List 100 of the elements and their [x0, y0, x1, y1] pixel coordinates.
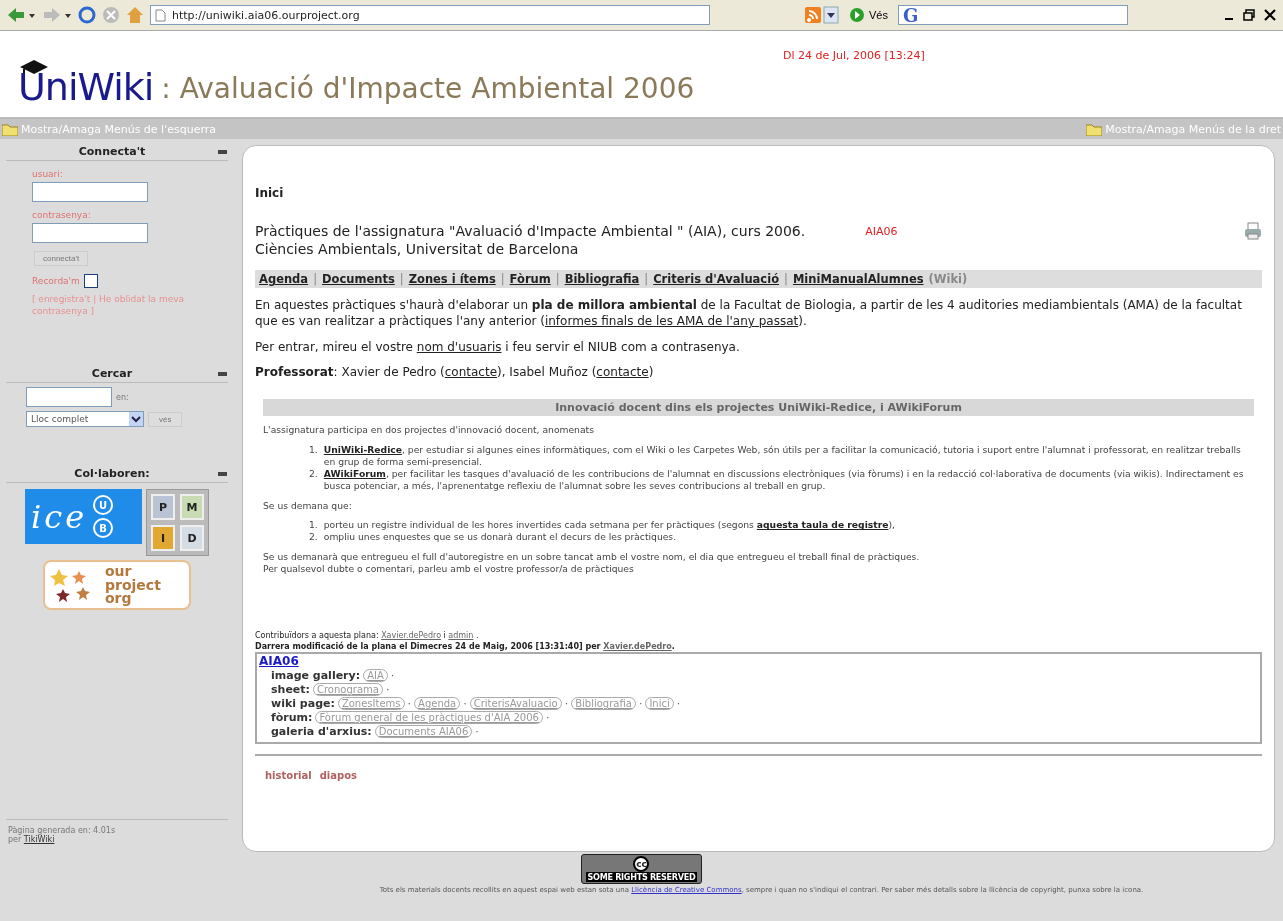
list-number: 1. — [309, 443, 318, 457]
date-time: Dl 24 de Jul, 2006 [13:24] — [783, 49, 925, 62]
paragraph: Se us demanarà que entregueu el full d'autoregistre en un sobre tancat amb el vostre nom, el dia que entregueu el treball final de pràctiques. — [263, 551, 921, 564]
engine-link[interactable]: TikiWiki — [23, 835, 55, 844]
dropdown-caret-icon — [129, 412, 143, 427]
text-link[interactable]: admin — [448, 631, 474, 641]
page-icon — [155, 8, 166, 22]
paragraph: En aquestes pràctiques s'haurà d'elaborar un pla de millora ambiental de la Facultat de Biologia, a partir de les 4 auditories mediambientals (AMA) de la facultat que es van realitzar a pràctiques l'any anterior (informes finals de les AMA de l'any passat). — [255, 298, 1243, 330]
text-link[interactable]: contacte — [596, 365, 649, 380]
paragraph: L'assignatura participa en dos projectes d'innovació docent, anomenats — [263, 423, 595, 436]
text-link[interactable]: aquesta taula de registre — [756, 519, 889, 531]
field-label: en: — [116, 392, 129, 402]
remember-label: Recorda'm — [32, 276, 80, 286]
list-item: UniWiki-Redice, per estudiar si algunes eines informàtiques, com el Wiki o les Carpetes Web, són útils per a facilitar la comunicació, tutoria i suport entre l'alumnat i professorat, en realitzar treballs en grup de forma semi-presencial. — [323, 443, 1242, 468]
list-item: porteu un registre individual de les hores invertides cada setmana per fer pràctiques (segons aquesta taula de registre), — [323, 519, 895, 532]
login-button[interactable]: connecta't — [34, 251, 89, 266]
partner-logo[interactable]: P M I D — [146, 489, 209, 557]
nav-separator: | — [313, 272, 317, 287]
forward-arrow-icon[interactable] — [42, 6, 72, 24]
partner-logo[interactable]: our project org — [43, 560, 191, 611]
search-button[interactable]: vés — [148, 411, 183, 427]
module-title: Cercar — [90, 367, 134, 381]
paragraph: Per qualsevol dubte o comentari, parleu amb el vostre professor/a de pràctiques — [263, 563, 635, 576]
text-link[interactable]: UniWiki-Redice — [323, 443, 402, 455]
address-field[interactable]: http://uniwiki.aia06.ourproject.org — [150, 5, 710, 25]
text-link[interactable]: informes finals de les AMA de l'any passat — [544, 313, 799, 328]
nav-link[interactable]: Fòrum — [509, 272, 551, 287]
paragraph: Professorat: Xavier de Pedro (contacte), Isabel Muñoz (contacte) — [255, 365, 655, 381]
structure-label: fòrum: — [271, 711, 313, 725]
page-tag: AIA06 — [865, 225, 898, 238]
back-arrow-icon[interactable] — [6, 6, 36, 24]
structure-label: galeria d'arxius: — [271, 725, 372, 739]
nav-separator: | — [555, 272, 560, 287]
action-link[interactable]: historial — [265, 770, 312, 782]
printer-icon[interactable] — [1244, 222, 1262, 240]
site-logo[interactable]: UniWiki — [18, 65, 154, 109]
nav-note: (Wiki) — [928, 272, 968, 287]
search-input[interactable] — [26, 387, 112, 408]
nav-link[interactable]: Agenda — [259, 272, 309, 287]
collapse-icon[interactable] — [218, 370, 228, 377]
rss-icon[interactable] — [805, 6, 839, 24]
structure-label: sheet: — [271, 683, 310, 697]
action-link[interactable]: diapos — [319, 770, 357, 782]
field-label: usuari: — [32, 169, 64, 179]
list-number: 2. — [309, 467, 318, 481]
go-button[interactable]: Vés — [845, 7, 892, 23]
separator-dot: · — [390, 669, 395, 683]
structure-title-link[interactable]: AIA06 — [259, 654, 299, 669]
generation-time: Pàgina generada en: 4.01s — [8, 826, 116, 835]
structure-label: wiki page: — [271, 697, 335, 711]
text-link[interactable]: Xavier.dePedro — [381, 631, 442, 641]
password-field[interactable] — [32, 223, 148, 243]
separator-dot: · — [564, 697, 569, 711]
nav-link[interactable]: Criteris d'Avaluació — [653, 272, 780, 287]
credit-label: per — [8, 835, 22, 844]
separator-dot: · — [638, 697, 643, 711]
text-link[interactable]: contacte — [444, 365, 498, 380]
folder-icon — [2, 122, 18, 136]
nav-separator: | — [500, 272, 505, 287]
separator-dot: · — [545, 711, 550, 725]
page-title: Pràctiques de l'assignatura "Avaluació d'Impacte Ambiental " (AIA), curs 2006. Ciències Ambientals, Universitat de Barcelona — [255, 222, 806, 259]
module-title: Connecta't — [77, 145, 147, 158]
partner-logo[interactable]: ice U B — [25, 489, 142, 545]
nav-separator: | — [399, 272, 404, 287]
contributors-line: Contribuïdors a aquesta plana: Xavier.dePedro i admin . — [255, 631, 480, 641]
list-number: 1. — [309, 519, 318, 532]
separator-dot: · — [407, 697, 412, 711]
collapse-icon[interactable] — [218, 148, 228, 155]
nav-link[interactable]: Documents — [322, 272, 395, 287]
page-name: Inici — [255, 186, 285, 200]
site-title: : Avaluació d'Impacte Ambiental 2006 — [161, 72, 695, 105]
nav-link[interactable]: Bibliografia — [564, 272, 640, 287]
username-field[interactable] — [32, 182, 148, 202]
search-field[interactable]: G — [898, 5, 1128, 25]
text-link[interactable]: AWikiForum — [323, 467, 386, 479]
separator-dot: · — [475, 725, 479, 739]
text-link[interactable]: nom d'usuaris — [416, 339, 502, 354]
paragraph: Per entrar, mireu el vostre nom d'usuaris i feu servir el NIUB com a contrasenya. — [255, 339, 741, 356]
remember-checkbox[interactable] — [83, 274, 98, 288]
list-item: AWikiForum, per facilitar les tasques d'avaluació de les contribucions de l'alumnat en discussions electròniques (via fòrums) i en la redacció col·laborativa de documents (via wikis). Indirectament es busca potenciar, a més, l'aprenentatge reflexiu de l'alumnat sobre les seves contribucions al treball en grup. — [323, 467, 1245, 492]
modified-line: Darrera modificació de la plana el Dimecres 24 de Maig, 2006 [13:31:40] per Xavier.dePedro. — [255, 641, 676, 653]
close-icon[interactable] — [1263, 8, 1277, 22]
section-heading: Innovació docent dins els projectes UniWiki-Redice, i AWikiForum — [263, 398, 1254, 416]
scope-dropdown[interactable]: Lloc complet — [26, 411, 144, 428]
list-number: 2. — [309, 531, 318, 544]
structure-label: image gallery: — [271, 669, 361, 683]
separator-dot: · — [385, 683, 390, 697]
text-link[interactable]: Xavier.dePedro — [603, 641, 672, 651]
nav-link[interactable]: Zones i ítems — [408, 272, 496, 287]
list-item: ompliu unes enquestes que se us donarà durant el decurs de les pràctiques. — [323, 531, 677, 544]
nav-separator: | — [644, 272, 649, 287]
nav-link[interactable]: MiniManualAlumnes — [792, 272, 924, 287]
nav-separator: | — [784, 272, 788, 287]
separator-dot: · — [463, 697, 467, 711]
field-label: contrasenya: — [32, 210, 92, 220]
separator-dot: · — [676, 697, 681, 711]
license-badge[interactable]: cc SOME RIGHTS RESERVED — [580, 854, 703, 884]
restore-icon[interactable] — [1243, 8, 1257, 22]
paragraph: Se us demana que: — [263, 499, 353, 512]
collapse-icon[interactable] — [218, 470, 228, 477]
